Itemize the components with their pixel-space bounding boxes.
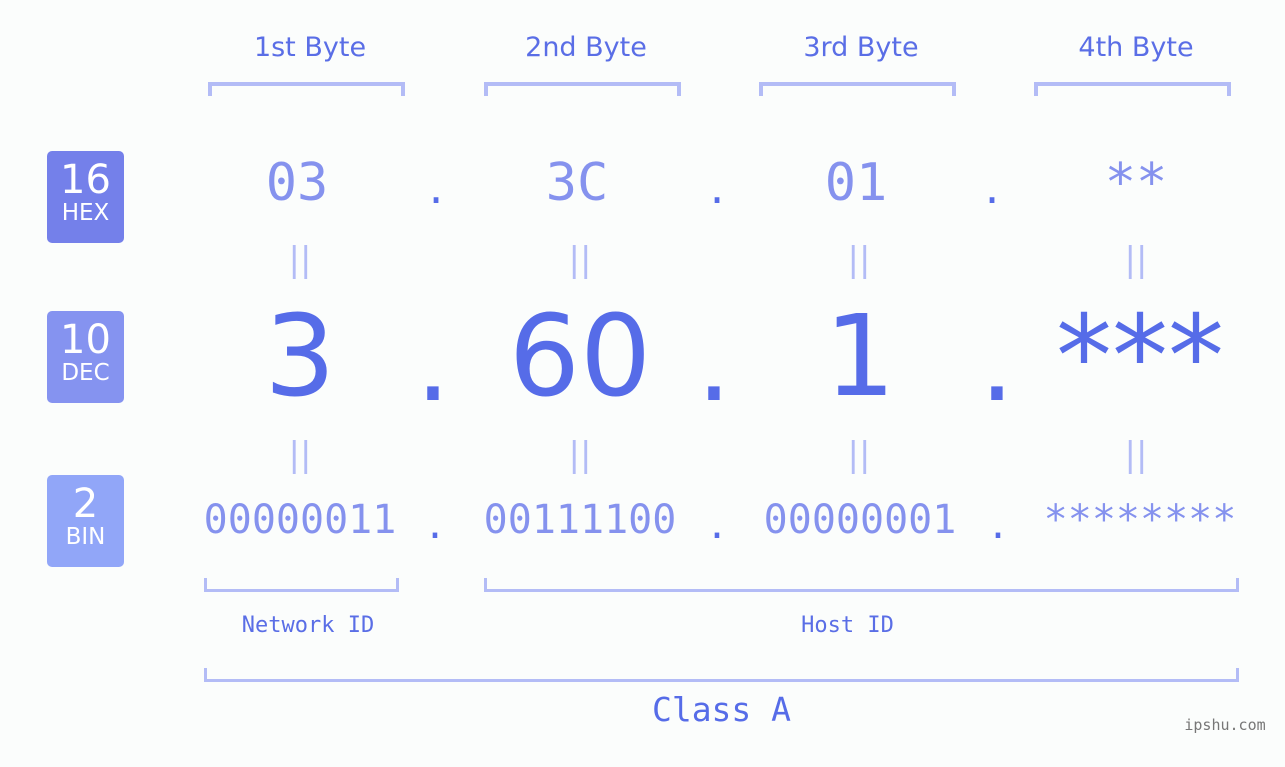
hex-dot-2: . bbox=[709, 160, 725, 214]
host-id-label: Host ID bbox=[801, 613, 894, 638]
bin-byte-2: 00111100 bbox=[483, 497, 677, 543]
host-id-bracket bbox=[484, 578, 1239, 592]
byte-bracket-2 bbox=[484, 82, 681, 96]
dec-dot-2: . bbox=[696, 298, 732, 426]
dec-badge: 10 DEC bbox=[47, 311, 124, 403]
equals-icon: || bbox=[288, 240, 312, 280]
equals-icon: || bbox=[568, 240, 592, 280]
equals-icon: || bbox=[288, 435, 312, 475]
dec-byte-2: 60 bbox=[508, 292, 652, 422]
hex-byte-2: 3C bbox=[545, 153, 609, 213]
dec-byte-1: 3 bbox=[264, 292, 336, 422]
bin-dot-1: . bbox=[428, 498, 442, 549]
dec-byte-3: 1 bbox=[824, 292, 896, 422]
dec-byte-4: *** bbox=[1056, 292, 1224, 422]
hex-badge-number: 16 bbox=[60, 157, 111, 203]
bin-byte-4: ******** bbox=[1043, 497, 1237, 543]
hex-badge-label: HEX bbox=[61, 200, 110, 226]
dec-badge-label: DEC bbox=[61, 360, 110, 386]
dec-dot-3: . bbox=[979, 298, 1015, 426]
class-label: Class A bbox=[651, 690, 792, 729]
bin-byte-3: 00000001 bbox=[763, 497, 957, 543]
bin-badge-label: BIN bbox=[65, 524, 106, 550]
dec-dot-1: . bbox=[415, 298, 451, 426]
equals-icon: || bbox=[1124, 240, 1148, 280]
bin-byte-1: 00000011 bbox=[203, 497, 397, 543]
hex-byte-4: ** bbox=[1104, 153, 1168, 213]
watermark: ipshu.com bbox=[1184, 716, 1266, 734]
dec-badge-number: 10 bbox=[60, 317, 111, 363]
equals-icon: || bbox=[568, 435, 592, 475]
byte-header-4: 4th Byte bbox=[1078, 32, 1194, 63]
byte-bracket-4 bbox=[1034, 82, 1231, 96]
byte-bracket-3 bbox=[759, 82, 956, 96]
byte-header-2: 2nd Byte bbox=[525, 32, 647, 63]
hex-byte-3: 01 bbox=[824, 153, 888, 213]
byte-header-1: 1st Byte bbox=[253, 32, 367, 63]
bin-badge-number: 2 bbox=[72, 481, 99, 527]
equals-icon: || bbox=[847, 240, 871, 280]
byte-header-3: 3rd Byte bbox=[803, 32, 919, 63]
hex-badge: 16 HEX bbox=[47, 151, 124, 243]
hex-byte-1: 03 bbox=[265, 153, 329, 213]
hex-dot-1: . bbox=[428, 160, 444, 214]
bin-badge: 2 BIN bbox=[47, 475, 124, 567]
byte-bracket-1 bbox=[208, 82, 405, 96]
network-id-label: Network ID bbox=[241, 613, 375, 638]
class-bracket bbox=[204, 668, 1239, 682]
equals-icon: || bbox=[847, 435, 871, 475]
network-id-bracket bbox=[204, 578, 399, 592]
equals-icon: || bbox=[1124, 435, 1148, 475]
hex-dot-3: . bbox=[984, 160, 1000, 214]
